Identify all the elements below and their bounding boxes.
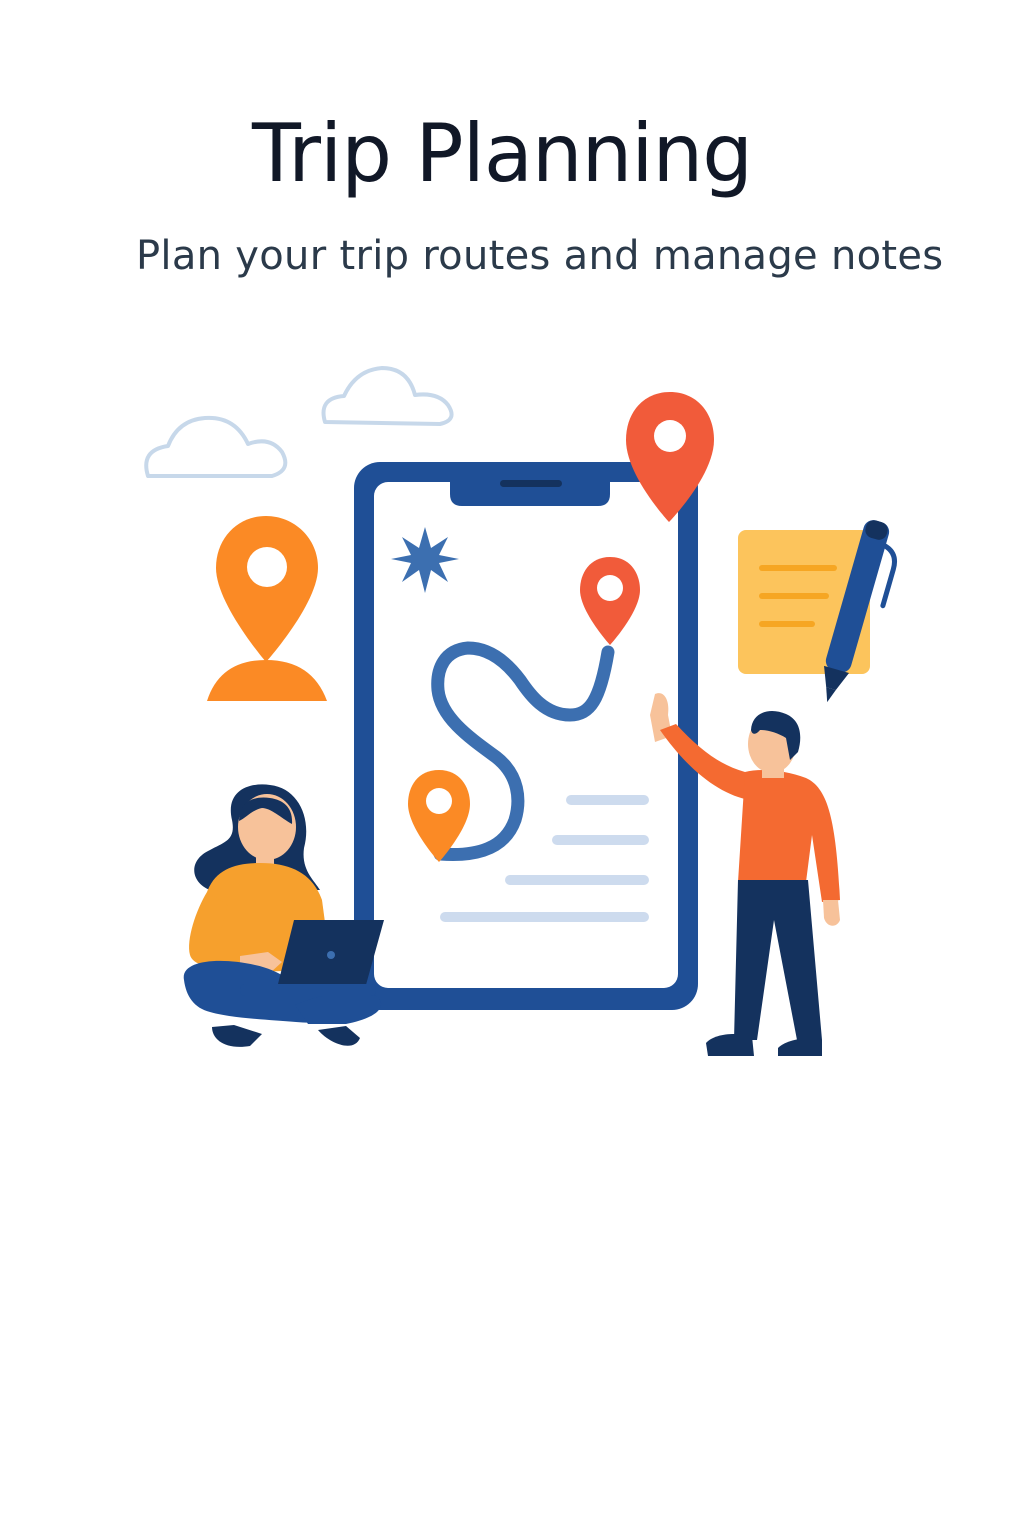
map-pin-icon [207, 516, 327, 701]
cloud-icon [321, 366, 454, 426]
smartphone-icon [354, 462, 698, 1010]
man-pointing [650, 693, 840, 1056]
page-title: Trip Planning [251, 107, 753, 200]
page-subtitle: Plan your trip routes and manage notes [136, 233, 944, 279]
sparkle-icon [391, 527, 459, 593]
woman-with-laptop [183, 784, 384, 1047]
map-pin-icon [626, 392, 714, 522]
note-icon [738, 530, 870, 674]
cloud-icon [144, 415, 288, 478]
map-pin-icon [580, 557, 640, 645]
text-lines [440, 795, 649, 922]
pen-icon [824, 520, 898, 703]
map-pin-icon [408, 770, 470, 862]
route-icon [431, 641, 615, 862]
